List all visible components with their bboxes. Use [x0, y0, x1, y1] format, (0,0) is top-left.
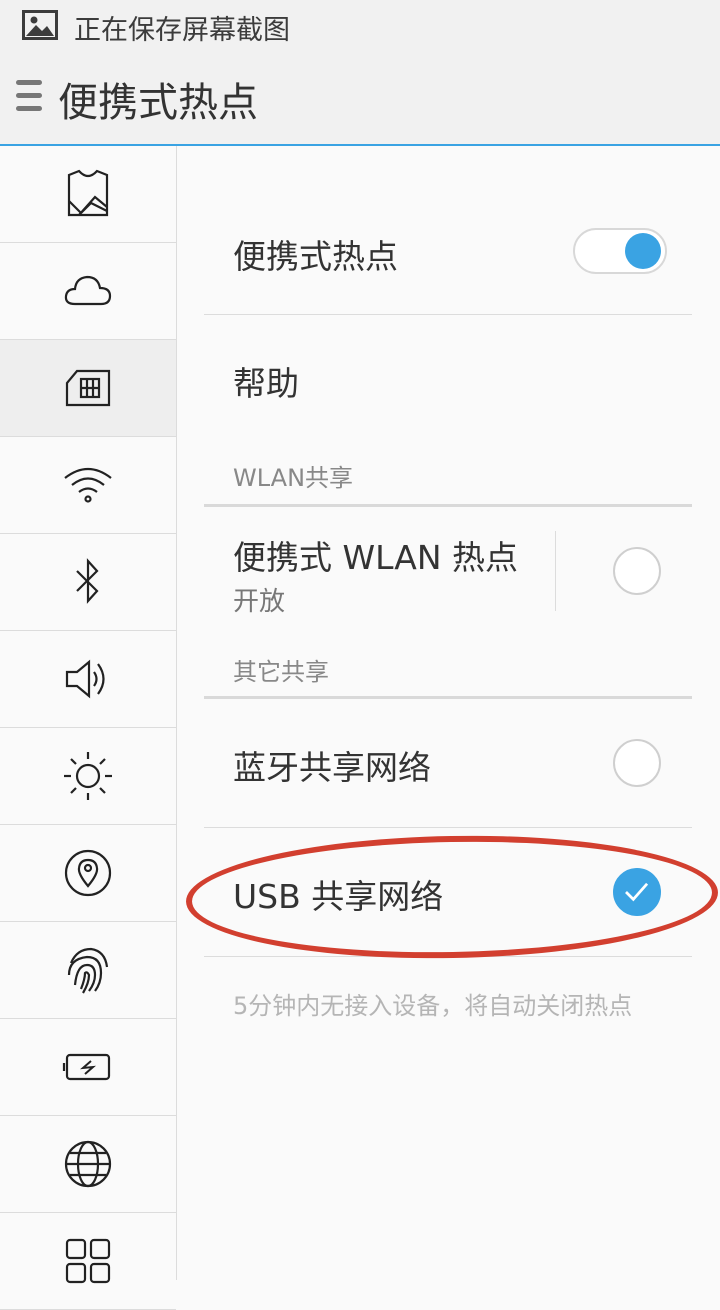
sidebar-item-brightness[interactable] — [0, 728, 176, 825]
sidebar-item-fingerprint[interactable] — [0, 922, 176, 1019]
help-label: 帮助 — [233, 364, 299, 403]
sidebar-item-battery[interactable] — [0, 1019, 176, 1116]
app-bar: 便携式热点 — [0, 50, 720, 146]
globe-icon — [64, 1140, 112, 1188]
sidebar-item-wifi[interactable] — [0, 437, 176, 534]
brightness-icon — [64, 752, 112, 800]
usb-tether-row[interactable]: USB 共享网络 — [204, 828, 692, 956]
settings-sidebar — [0, 146, 177, 1310]
sidebar-item-sound[interactable] — [0, 631, 176, 728]
sidebar-item-theme[interactable] — [0, 146, 176, 243]
page-title: 便携式热点 — [58, 80, 258, 126]
sidebar-item-location[interactable] — [0, 825, 176, 922]
fingerprint-icon — [67, 947, 109, 994]
divider — [204, 956, 692, 957]
check-icon — [625, 882, 649, 902]
wlan-hotspot-checkbox[interactable] — [613, 547, 661, 595]
theme-icon — [67, 169, 109, 217]
battery-icon — [62, 1053, 111, 1081]
other-section-header: 其它共享 — [233, 658, 329, 686]
cloud-icon — [64, 275, 112, 306]
status-text: 正在保存屏幕截图 — [74, 15, 290, 46]
usb-tether-checkbox[interactable] — [613, 868, 661, 916]
wlan-hotspot-row[interactable]: 便携式 WLAN 热点 开放 — [204, 507, 692, 627]
wlan-hotspot-status: 开放 — [233, 587, 286, 617]
bluetooth-tether-row[interactable]: 蓝牙共享网络 — [204, 699, 692, 827]
sidebar-item-language[interactable] — [0, 1116, 176, 1213]
sim-card-icon — [65, 369, 111, 407]
help-row[interactable]: 帮助 — [204, 315, 692, 433]
hotspot-switch[interactable] — [573, 228, 667, 274]
bluetooth-tether-checkbox[interactable] — [613, 739, 661, 787]
vertical-separator — [555, 531, 556, 611]
usb-tether-label: USB 共享网络 — [233, 877, 444, 916]
wlan-hotspot-label: 便携式 WLAN 热点 — [233, 538, 519, 577]
hotspot-label: 便携式热点 — [233, 237, 398, 276]
image-icon — [22, 10, 58, 40]
sidebar-item-cloud[interactable] — [0, 243, 176, 340]
wlan-section-header: WLAN共享 — [233, 464, 354, 492]
switch-knob — [625, 233, 661, 269]
bluetooth-tether-label: 蓝牙共享网络 — [233, 748, 431, 787]
bluetooth-icon — [76, 558, 99, 604]
sidebar-item-apps[interactable] — [0, 1213, 176, 1310]
sound-icon — [65, 659, 105, 699]
auto-off-note: 5分钟内无接入设备，将自动关闭热点 — [233, 992, 633, 1020]
menu-icon[interactable] — [16, 80, 42, 116]
sidebar-item-sim[interactable] — [0, 340, 176, 437]
sidebar-item-bluetooth[interactable] — [0, 534, 176, 631]
location-icon — [64, 849, 112, 897]
status-bar: 正在保存屏幕截图 — [0, 0, 720, 50]
hotspot-toggle-row[interactable]: 便携式热点 — [204, 206, 692, 296]
wifi-icon — [64, 467, 112, 503]
